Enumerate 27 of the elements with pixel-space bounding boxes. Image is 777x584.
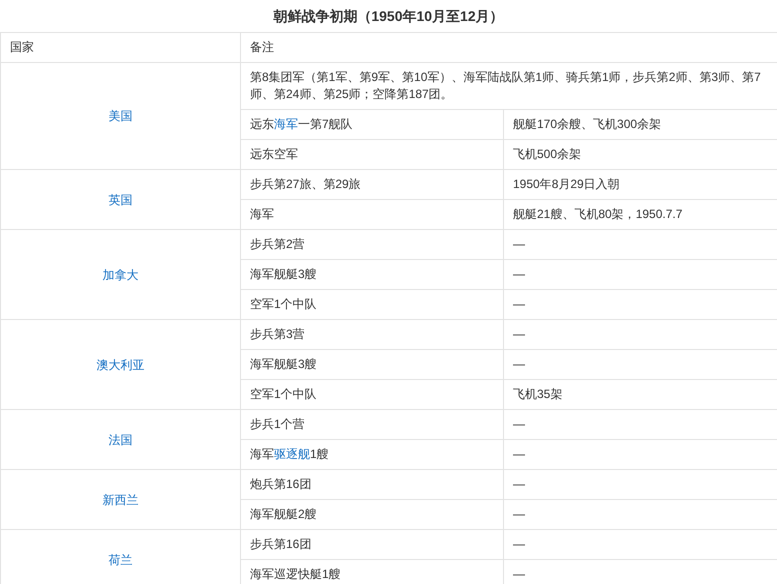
country-link[interactable]: 澳大利亚 <box>96 358 144 372</box>
table-cell: 海军舰艇2艘 <box>240 500 504 530</box>
country-link[interactable]: 英国 <box>108 192 132 206</box>
column-header: 备注 <box>240 32 777 62</box>
link[interactable]: 海军 <box>274 117 298 131</box>
table-cell: 步兵第2营 <box>240 230 504 260</box>
table-cell: 海军舰艇3艘 <box>240 350 504 380</box>
table-cell: 步兵第27旅、第29旅 <box>240 170 504 200</box>
table-cell: 海军 <box>240 200 504 230</box>
country-link[interactable]: 法国 <box>108 432 132 446</box>
table-cell: 海军舰艇3艘 <box>240 260 504 290</box>
link[interactable]: 驱逐舰 <box>274 447 310 461</box>
country-link[interactable]: 美国 <box>108 109 132 123</box>
table-cell: 步兵第3营 <box>240 320 504 350</box>
column-header: 国家 <box>0 32 240 62</box>
table-cell: 海军驱逐舰1艘 <box>240 440 504 470</box>
table-cell: 空军1个中队 <box>240 290 504 320</box>
table-cell: 炮兵第16团 <box>240 470 504 500</box>
table-cell: 步兵1个营 <box>240 410 504 440</box>
country-link[interactable]: 荷兰 <box>108 552 132 566</box>
country-link[interactable]: 加拿大 <box>102 268 138 282</box>
table-title: 朝鲜战争初期（1950年10月至12月） <box>272 6 505 26</box>
country-link[interactable]: 新西兰 <box>102 492 138 506</box>
table-cell: 步兵第16团 <box>240 530 504 560</box>
table-cell: 远东海军一第7舰队 <box>240 110 504 140</box>
table-cell: 空军1个中队 <box>240 380 504 410</box>
table-cell: 远东空军 <box>240 140 504 170</box>
